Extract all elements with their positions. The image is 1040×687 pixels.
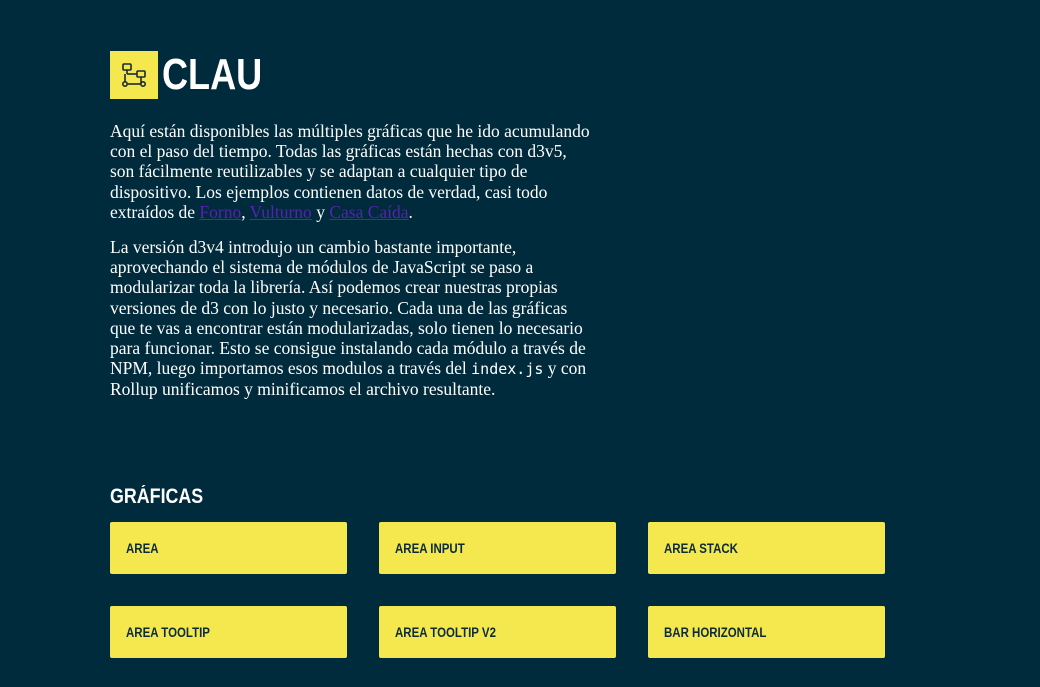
charts-section-title: GRÁFICAS [110, 485, 204, 508]
chart-card-label: BAR HORIZONTAL [664, 624, 767, 640]
chart-card-area-tooltip-v2[interactable]: AREA TOOLTIP V2 [379, 606, 616, 658]
separator: , [241, 201, 250, 222]
intro-text-1-end: . [408, 201, 413, 222]
intro-paragraph-1: Aquí están disponibles las múltiples grá… [110, 121, 592, 222]
separator: y [311, 201, 330, 222]
chart-card-area-input[interactable]: AREA INPUT [379, 522, 616, 574]
link-forno[interactable]: Forno [199, 202, 241, 222]
chart-card-label: AREA TOOLTIP V2 [395, 624, 496, 640]
chart-card-bar-horizontal[interactable]: BAR HORIZONTAL [648, 606, 885, 658]
code-index-js: index.js [471, 360, 544, 379]
intro-text-2: La versión d3v4 introdujo un cambio bast… [110, 237, 586, 379]
intro-text: Aquí están disponibles las múltiples grá… [110, 121, 592, 415]
charts-grid: AREA AREA INPUT AREA STACK AREA TOOLTIP … [110, 522, 887, 658]
chart-card-area-stack[interactable]: AREA STACK [648, 522, 885, 574]
chart-card-area[interactable]: AREA [110, 522, 347, 574]
chart-card-label: AREA TOOLTIP [126, 624, 210, 640]
logo[interactable] [110, 51, 158, 99]
link-casa-caida[interactable]: Casa Caída [329, 202, 408, 222]
site-title: CLAU [162, 50, 263, 99]
flowchart-icon [121, 63, 146, 87]
chart-card-area-tooltip[interactable]: AREA TOOLTIP [110, 606, 347, 658]
chart-card-label: AREA [126, 540, 159, 556]
chart-card-label: AREA INPUT [395, 540, 465, 556]
intro-paragraph-2: La versión d3v4 introdujo un cambio bast… [110, 237, 592, 400]
chart-card-label: AREA STACK [664, 540, 738, 556]
site-header: CLAU [110, 51, 284, 99]
link-vulturno[interactable]: Vulturno [250, 202, 312, 222]
